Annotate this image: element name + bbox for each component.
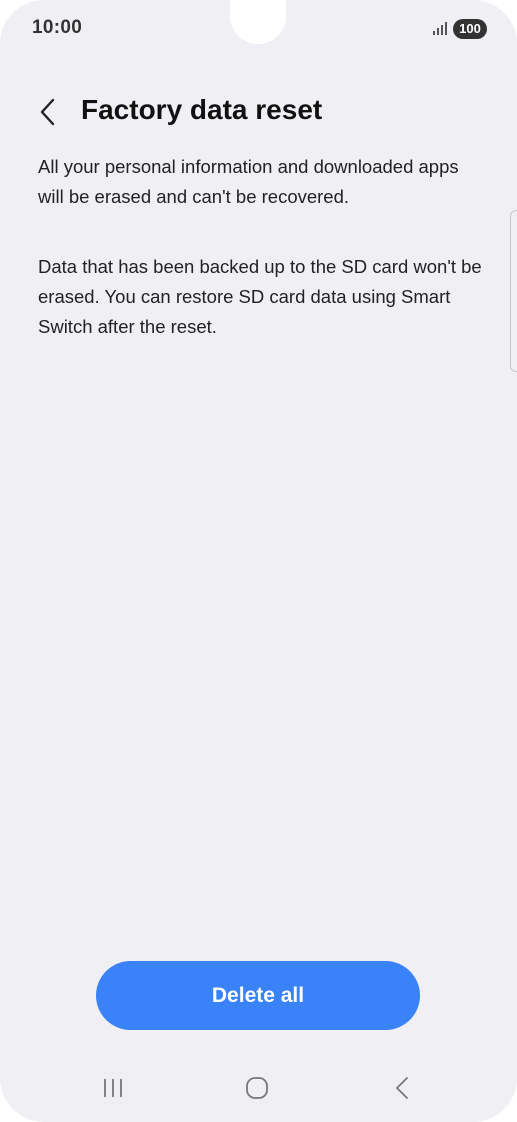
scrollbar[interactable]: [510, 210, 517, 372]
erase-warning-text: All your personal information and downlo…: [38, 156, 459, 207]
sd-card-info-text: Data that has been backed up to the SD c…: [38, 256, 482, 337]
recents-button[interactable]: [83, 1070, 143, 1106]
phone-screen: 10:00 100 Factory data reset All your pe…: [0, 0, 517, 1122]
chevron-left-icon: [40, 98, 55, 126]
back-icon: [396, 1077, 408, 1099]
camera-notch: [230, 0, 286, 44]
signal-icon: [433, 22, 447, 35]
status-bar: 10:00 100: [0, 0, 517, 60]
battery-indicator: 100: [453, 19, 487, 39]
nav-back-button[interactable]: [372, 1070, 432, 1106]
recents-icon: [104, 1079, 122, 1097]
delete-all-button[interactable]: Delete all: [96, 961, 420, 1030]
status-time: 10:00: [32, 17, 83, 38]
home-button[interactable]: [227, 1070, 287, 1106]
navigation-bar: [0, 1060, 517, 1120]
back-button[interactable]: [28, 92, 68, 132]
home-icon: [246, 1077, 268, 1099]
page-title: Factory data reset: [81, 94, 323, 125]
